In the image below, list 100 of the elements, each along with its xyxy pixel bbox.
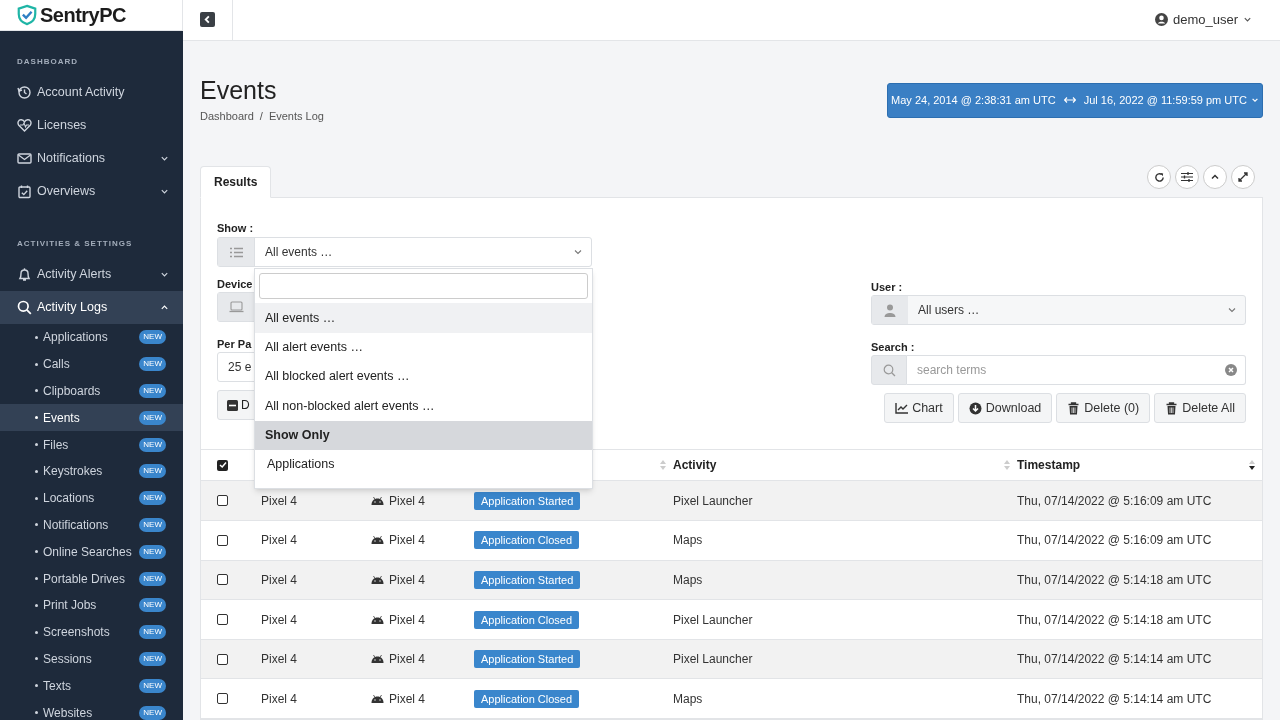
sidebar-item[interactable]: Licenses xyxy=(0,109,183,142)
search-label: Search : xyxy=(871,340,915,355)
sidebar-item[interactable]: Account Activity xyxy=(0,76,183,109)
sidebar-subitem[interactable]: Websites NEW xyxy=(0,699,183,720)
bullet-icon xyxy=(35,550,38,554)
user-menu[interactable]: demo_user xyxy=(1154,10,1252,30)
show-select[interactable]: All events … xyxy=(217,237,592,268)
sidebar-subitem[interactable]: Calls NEW xyxy=(0,350,183,378)
user-circle-icon xyxy=(1154,13,1168,27)
table-cell: Thu, 07/14/2022 @ 5:16:09 am UTC xyxy=(1017,533,1212,548)
action-button[interactable]: Download xyxy=(957,393,1053,424)
bell-icon xyxy=(17,267,32,282)
action-button[interactable]: Chart xyxy=(884,393,954,424)
android-icon xyxy=(371,496,384,505)
select-all-checkbox[interactable] xyxy=(217,459,228,471)
dropdown-option[interactable]: All blocked alert events … xyxy=(255,362,592,392)
dropdown-search-field[interactable] xyxy=(259,273,588,300)
results-tab[interactable]: Results xyxy=(200,166,272,199)
user-select[interactable]: All users … xyxy=(871,295,1246,326)
sidebar-item[interactable]: Activity Alerts xyxy=(0,258,183,291)
new-badge: NEW xyxy=(139,384,166,398)
table-cell-text: Pixel 4 xyxy=(389,532,426,550)
table-cell: Thu, 07/14/2022 @ 5:16:09 am UTC xyxy=(1017,493,1212,508)
sidebar-item[interactable]: Activity Logs xyxy=(0,291,183,324)
expand-arrows-icon xyxy=(1238,172,1248,183)
search-field[interactable]: search terms xyxy=(907,355,1246,386)
settings-sliders-button[interactable] xyxy=(1175,165,1199,190)
table-cell: Pixel Launcher xyxy=(673,612,753,627)
row-checkbox[interactable] xyxy=(217,653,228,665)
breadcrumb-link[interactable]: Dashboard xyxy=(200,107,254,125)
dropdown-option[interactable]: All non-blocked alert events … xyxy=(255,391,592,421)
new-badge: NEW xyxy=(139,410,166,425)
table-cell-text: Pixel 4 xyxy=(389,492,426,510)
fullscreen-button[interactable] xyxy=(1231,165,1255,190)
sidebar-item[interactable]: Overviews xyxy=(0,175,183,208)
sidebar-subitem[interactable]: Portable Drives NEW xyxy=(0,565,183,592)
table-cell: Maps xyxy=(673,572,703,587)
bullet-icon xyxy=(35,469,38,473)
sidebar-subitem[interactable]: Clipboards NEW xyxy=(0,377,183,405)
table-cell: Thu, 07/14/2022 @ 5:14:18 am UTC xyxy=(1017,612,1212,627)
sidebar-subitem[interactable]: Screenshots NEW xyxy=(0,618,183,646)
new-badge: NEW xyxy=(139,705,166,720)
section-heading: DASHBOARD xyxy=(16,56,79,68)
chevron-left-icon xyxy=(203,15,212,25)
dropdown-option[interactable]: Applications xyxy=(255,449,592,479)
event-badge: Application Closed xyxy=(474,689,580,708)
new-badge: NEW xyxy=(139,571,166,586)
search-icon xyxy=(882,363,896,377)
table-cell-text: Pixel 4 xyxy=(389,651,426,669)
sidebar-subitem[interactable]: Texts NEW xyxy=(0,672,183,700)
bullet-icon xyxy=(35,711,38,715)
row-checkbox[interactable] xyxy=(217,574,228,586)
android-icon xyxy=(371,694,384,703)
sidebar-subitem[interactable]: Keystrokes NEW xyxy=(0,458,183,485)
dropdown-option[interactable]: All alert events … xyxy=(255,332,592,363)
bullet-icon xyxy=(35,657,38,661)
row-checkbox[interactable] xyxy=(217,495,228,507)
table-row[interactable]: Pixel 4 Pixel 4 Application Started Maps Thu, 07/14/2022 @ 5:14:18 am UTC xyxy=(201,560,1262,601)
sidebar-subitem[interactable]: Sessions NEW xyxy=(0,645,183,673)
bullet-icon xyxy=(35,362,38,366)
new-badge: NEW xyxy=(139,544,166,559)
bullet-icon xyxy=(35,443,38,447)
table-cell: Pixel 4 xyxy=(261,691,298,706)
trash-icon xyxy=(1165,401,1179,415)
column-header[interactable]: Timestamp xyxy=(1017,456,1081,475)
date-range-button[interactable]: May 24, 2014 @ 2:38:31 am UTC Jul 16, 2022 @ 11:59:59 pm UTC xyxy=(887,82,1263,118)
column-header[interactable]: Activity xyxy=(673,456,717,475)
event-badge: Application Closed xyxy=(474,531,580,550)
sidebar-subitem[interactable]: Files NEW xyxy=(0,431,183,458)
table-cell: Maps xyxy=(673,691,703,706)
sidebar-subitem[interactable]: Online Searches NEW xyxy=(0,538,183,566)
event-badge: Application Started xyxy=(474,570,581,589)
page-title: Events xyxy=(200,74,278,105)
bullet-icon xyxy=(35,389,38,393)
brand-name: SentryPC xyxy=(40,3,127,28)
bullet-icon xyxy=(35,630,38,634)
collapse-sidebar-button[interactable] xyxy=(200,12,215,28)
laptop-icon xyxy=(229,301,244,314)
table-row[interactable]: Pixel 4 Pixel 4 Application Started Pixel Launcher Thu, 07/14/2022 @ 5:14:14 am UTC xyxy=(201,639,1262,680)
android-icon xyxy=(371,536,384,545)
sidebar-item[interactable]: Notifications xyxy=(0,142,183,175)
sidebar-subitem[interactable]: Events NEW xyxy=(0,404,183,432)
row-checkbox[interactable] xyxy=(217,614,228,625)
double-arrow-icon xyxy=(1063,97,1076,104)
sidebar-subitem[interactable]: Notifications NEW xyxy=(0,511,183,539)
sidebar-subitem[interactable]: Locations NEW xyxy=(0,484,183,512)
checkmark-icon xyxy=(218,461,227,470)
table-cell-text: Pixel 4 xyxy=(389,571,426,589)
sidebar-subitem[interactable]: Print Jobs NEW xyxy=(0,591,183,619)
row-checkbox[interactable] xyxy=(217,534,228,546)
new-badge: NEW xyxy=(139,651,166,666)
action-button[interactable]: Delete All xyxy=(1154,393,1246,424)
dropdown-option[interactable]: All events … xyxy=(255,303,592,333)
table-row[interactable]: Pixel 4 Pixel 4 Application Started Pixel Launcher Thu, 07/14/2022 @ 5:16:09 am UTC xyxy=(201,481,1262,522)
refresh-button[interactable] xyxy=(1147,165,1171,190)
action-button[interactable]: Delete (0) xyxy=(1056,393,1151,424)
sidebar-subitem[interactable]: Applications NEW xyxy=(0,324,183,351)
row-checkbox[interactable] xyxy=(217,693,228,705)
clear-icon[interactable] xyxy=(1225,364,1237,377)
sort-icon[interactable] xyxy=(1248,459,1256,472)
